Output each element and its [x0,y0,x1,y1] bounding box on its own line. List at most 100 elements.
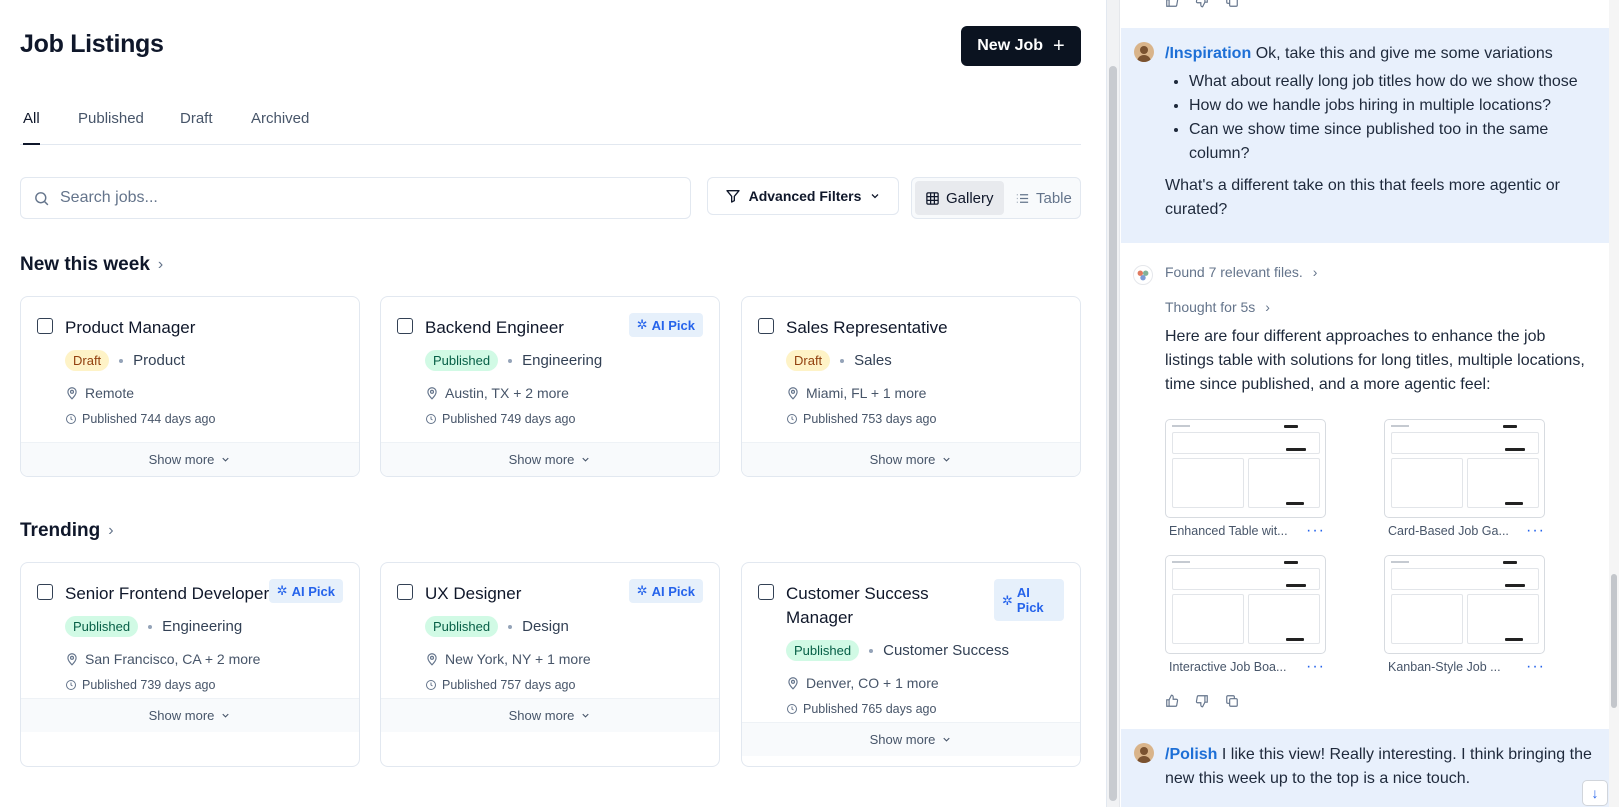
section-heading-new-this-week[interactable]: New this week › [20,254,163,276]
thumbs-down-icon[interactable] [1195,0,1209,8]
job-title: Customer Success Manager [786,582,929,630]
preview-thumbnail[interactable] [1384,555,1545,654]
job-card[interactable]: Senior Frontend Developer ✲ AI Pick Publ… [20,562,360,767]
job-checkbox[interactable] [758,318,774,334]
job-card[interactable]: UX Designer ✲ AI Pick Published Design N… [380,562,720,767]
message-body: Ok, take this and give me some variation… [1255,45,1553,62]
table-view-button[interactable]: Table [1005,181,1082,215]
arrow-down-icon: ↓ [1591,785,1599,801]
job-checkbox[interactable] [397,318,413,334]
copy-icon[interactable] [1225,694,1239,708]
user-message: /Polish I like this view! Really interes… [1121,729,1609,807]
search-input[interactable] [60,189,660,207]
show-more-label: Show more [508,708,575,723]
list-item: What about really long job titles how do… [1189,70,1593,94]
more-options-icon[interactable]: ··· [1526,523,1545,539]
preview-thumbnail[interactable] [1165,419,1326,518]
preview-label: Interactive Job Boa... [1169,660,1287,674]
show-more-button[interactable]: Show more [381,698,719,732]
job-location-text: Denver, CO + 1 more [806,675,939,691]
section-heading-trending[interactable]: Trending › [20,520,114,542]
gallery-view-button[interactable]: Gallery [915,181,1004,215]
ai-pick-line: Pick [1016,600,1044,615]
status-badge: Published [425,616,499,637]
show-more-label: Show more [508,452,575,467]
message-text: /Polish I like this view! Really interes… [1165,743,1593,791]
thumbs-up-icon[interactable] [1165,694,1179,708]
job-card[interactable]: Backend Engineer ✲ AI Pick Published Eng… [380,296,720,477]
ai-pick-label: AI Pick [651,583,695,599]
clock-icon [787,704,797,714]
preview-label: Enhanced Table wit... [1169,524,1288,538]
advanced-filters-button[interactable]: Advanced Filters [707,177,899,215]
show-more-button[interactable]: Show more [381,442,719,476]
clock-icon [66,680,76,690]
job-listings-pane: Job Listings New Job + All Published Dra… [0,0,1106,807]
job-card[interactable]: Sales Representative Draft Sales Miami, … [741,296,1081,477]
tab-published[interactable]: Published [78,110,144,145]
show-more-button[interactable]: Show more [21,698,359,732]
status-tabs: All Published Draft Archived [20,104,1081,145]
job-department: Engineering [522,352,603,369]
thumbs-up-icon[interactable] [1165,0,1179,8]
preview-thumbnail[interactable] [1165,555,1326,654]
more-options-icon[interactable]: ··· [1306,659,1325,675]
chat-scrollbar-thumb[interactable] [1611,574,1617,708]
show-more-label: Show more [869,452,936,467]
job-location: Austin, TX + 2 more [425,385,569,401]
job-card[interactable]: Product Manager Draft Product Remote Pub… [20,296,360,477]
thought-toggle[interactable]: Thought for 5s › [1165,299,1270,315]
job-title: Senior Frontend Developer [65,584,270,603]
map-pin-icon [788,677,798,690]
map-pin-icon [427,653,437,666]
sparkle-icon: ✲ [276,583,288,598]
ai-pick-line: AI [1016,585,1030,600]
job-location: San Francisco, CA + 2 more [65,651,260,667]
job-location: Denver, CO + 1 more [786,675,939,691]
new-job-button[interactable]: New Job + [961,26,1081,66]
job-published-text: Published 749 days ago [442,412,576,426]
job-meta: Published Design [425,616,569,637]
tab-draft[interactable]: Draft [180,110,213,145]
preview-thumbnail[interactable] [1384,419,1545,518]
section-title: New this week [20,254,150,275]
map-pin-icon [67,653,77,666]
ai-pick-badge: ✲ AI Pick [994,579,1064,621]
job-checkbox[interactable] [758,584,774,600]
copy-icon[interactable] [1225,0,1239,8]
job-location-text: New York, NY + 1 more [445,651,591,667]
job-published-time: Published 749 days ago [425,412,575,426]
job-title-line: Manager [786,608,854,627]
scroll-to-bottom-button[interactable]: ↓ [1582,780,1608,806]
map-pin-icon [788,387,798,400]
message-bullets: What about really long job titles how do… [1189,70,1593,166]
show-more-button[interactable]: Show more [742,722,1080,756]
thumbs-down-icon[interactable] [1195,694,1209,708]
tab-all[interactable]: All [23,110,40,145]
main-scrollbar[interactable] [1106,0,1119,807]
show-more-button[interactable]: Show more [21,442,359,476]
files-found-toggle[interactable]: Found 7 relevant files. › [1165,264,1317,280]
job-published-time: Published 757 days ago [425,678,575,692]
job-checkbox[interactable] [397,584,413,600]
status-badge: Draft [65,350,110,371]
chat-scrollbar[interactable] [1609,0,1619,807]
job-checkbox[interactable] [37,584,53,600]
job-checkbox[interactable] [37,318,53,334]
chevron-right-icon: › [108,522,114,539]
chevron-down-icon [222,713,230,718]
job-published-time: Published 739 days ago [65,678,215,692]
job-title: Product Manager [65,318,196,337]
main-scrollbar-thumb[interactable] [1109,66,1117,801]
chevron-down-icon [582,713,590,718]
more-options-icon[interactable]: ··· [1526,659,1545,675]
tab-archived[interactable]: Archived [251,110,309,145]
job-card[interactable]: Customer Success Manager ✲ AI Pick Publi… [741,562,1081,767]
section-title: Trending [20,520,101,541]
show-more-button[interactable]: Show more [742,442,1080,476]
job-published-text: Published 739 days ago [82,678,216,692]
job-location-text: Remote [85,385,135,401]
more-options-icon[interactable]: ··· [1306,523,1325,539]
job-title: Backend Engineer [425,318,564,337]
job-meta: Published Engineering [65,616,242,637]
